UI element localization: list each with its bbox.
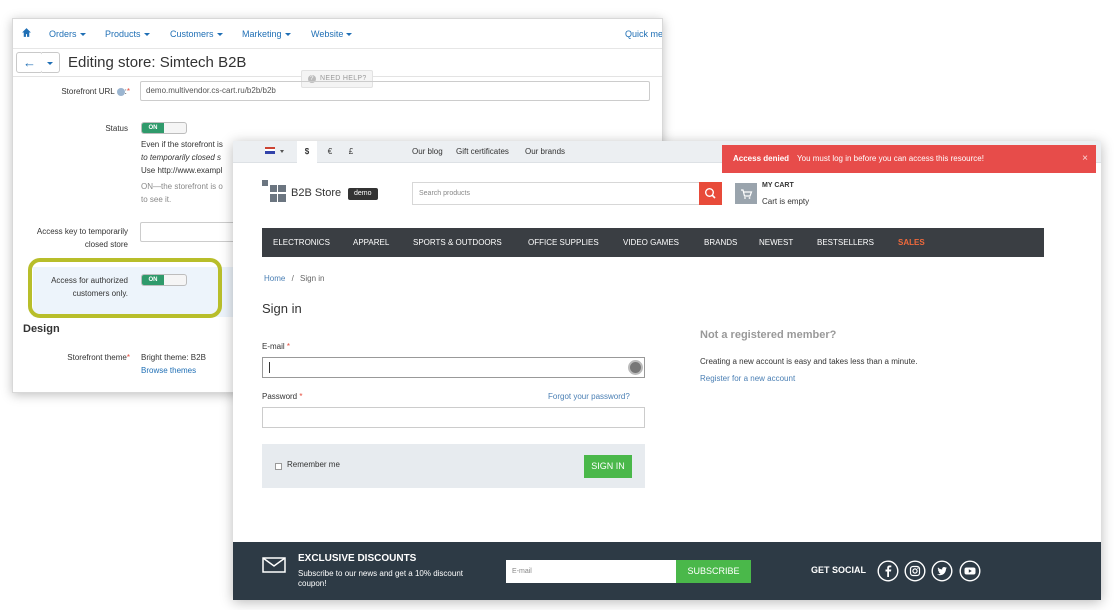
our-blog-link[interactable]: Our blog	[412, 147, 443, 156]
search-button[interactable]	[699, 182, 722, 205]
home-icon[interactable]	[21, 27, 32, 38]
arrow-left-icon: ←	[23, 55, 36, 70]
close-icon[interactable]: ×	[1082, 145, 1088, 173]
back-button[interactable]: ←	[16, 52, 43, 73]
status-description-line: Even if the storefront is	[141, 140, 223, 149]
remember-panel: Remember me SIGN IN	[262, 444, 645, 488]
instagram-icon[interactable]	[904, 560, 926, 582]
storefront-window: $ € £ Our blog Gift certificates Our bra…	[233, 141, 1101, 600]
not-registered-heading: Not a registered member?	[700, 329, 837, 341]
currency-gbp[interactable]: £	[341, 141, 361, 163]
our-brands-link[interactable]: Our brands	[525, 147, 565, 156]
password-label: Password *	[262, 392, 303, 401]
info-icon	[116, 87, 125, 96]
breadcrumb-home[interactable]: Home	[264, 274, 285, 283]
email-label: E-mail *	[262, 342, 291, 351]
subscribe-button[interactable]: SUBSCRIBE	[676, 560, 751, 583]
nav-newest[interactable]: NEWEST	[759, 228, 793, 257]
nav-brands[interactable]: BRANDS	[704, 228, 737, 257]
access-key-label-line: Access key to temporarily	[36, 227, 128, 236]
demo-badge: demo	[348, 188, 378, 200]
discount-title: EXCLUSIVE DISCOUNTS	[298, 553, 417, 564]
nav-marketing[interactable]: Marketing	[242, 29, 291, 39]
newsletter-email-input[interactable]: E-mail	[506, 560, 676, 583]
access-denied-alert: Access denied You must log in before you …	[722, 145, 1096, 173]
language-flag-icon[interactable]	[265, 147, 275, 154]
nav-office-supplies[interactable]: OFFICE SUPPLIES	[528, 228, 599, 257]
twitter-icon[interactable]	[931, 560, 953, 582]
status-toggle[interactable]: ON	[141, 122, 187, 134]
admin-top-nav: Orders Products Customers Marketing Webs…	[13, 19, 662, 49]
sign-in-button[interactable]: SIGN IN	[584, 455, 632, 478]
status-description-line: to see it.	[141, 195, 172, 204]
nav-bestsellers[interactable]: BESTSELLERS	[817, 228, 874, 257]
breadcrumb-current: Sign in	[300, 274, 325, 283]
nav-sports-outdoors[interactable]: SPORTS & OUTDOORS	[413, 228, 502, 257]
storefront-theme-value: Bright theme: B2B	[141, 353, 206, 362]
page-title: Editing store: Simtech B2B	[68, 54, 247, 71]
currency-usd[interactable]: $	[297, 141, 317, 163]
discount-text: Subscribe to our news and get a 10% disc…	[298, 569, 463, 588]
forgot-password-link[interactable]: Forgot your password?	[548, 392, 630, 401]
highlight-ring	[28, 258, 222, 318]
nav-products[interactable]: Products	[105, 29, 150, 39]
quick-menu-link[interactable]: Quick me	[625, 29, 662, 39]
back-dropdown-button[interactable]	[42, 52, 60, 73]
nav-apparel[interactable]: APPAREL	[353, 228, 389, 257]
get-social-label: GET SOCIAL	[811, 565, 867, 575]
password-manager-icon[interactable]	[628, 360, 643, 375]
youtube-icon[interactable]	[959, 560, 981, 582]
status-description-line: to temporarily closed s	[141, 153, 222, 162]
chevron-down-icon	[47, 62, 53, 65]
nav-customers[interactable]: Customers	[170, 29, 223, 39]
status-label: Status	[105, 124, 128, 133]
status-description-line: Use http://www.exampl	[141, 166, 223, 175]
gift-certificates-link[interactable]: Gift certificates	[456, 147, 509, 156]
nav-website[interactable]: Website	[311, 29, 353, 39]
browse-themes-link[interactable]: Browse themes	[141, 366, 196, 375]
status-description-line: ON—the storefront is o	[141, 182, 223, 191]
cart-icon	[741, 189, 753, 199]
main-nav: ELECTRONICS APPAREL SPORTS & OUTDOORS OF…	[262, 228, 1044, 257]
storefront-theme-label: Storefront theme*	[67, 353, 130, 362]
sign-in-heading: Sign in	[262, 301, 302, 316]
store-footer: EXCLUSIVE DISCOUNTS Subscribe to our new…	[233, 542, 1101, 600]
cart-status: Cart is empty	[762, 197, 810, 206]
search-icon	[704, 187, 716, 199]
password-field[interactable]	[262, 407, 645, 428]
register-link[interactable]: Register for a new account	[700, 374, 795, 383]
cart-button[interactable]	[735, 183, 757, 204]
breadcrumb-separator: /	[291, 274, 294, 283]
cart-title[interactable]: MY CART	[762, 182, 794, 189]
search-input[interactable]: Search products	[412, 182, 700, 205]
storefront-url-label: Storefront URL :*	[61, 87, 130, 96]
facebook-icon[interactable]	[877, 560, 899, 582]
email-field[interactable]	[262, 357, 645, 378]
storefront-url-input[interactable]: demo.multivendor.cs-cart.ru/b2b/b2b	[140, 81, 650, 101]
breadcrumb: Home / Sign in	[264, 274, 325, 283]
chevron-down-icon[interactable]	[280, 150, 284, 153]
access-key-label-line: closed store	[84, 240, 128, 249]
text-cursor	[269, 362, 270, 373]
logo-icon[interactable]	[262, 180, 286, 202]
remember-me-checkbox[interactable]	[275, 463, 282, 470]
mail-icon	[262, 557, 286, 573]
nav-orders[interactable]: Orders	[49, 29, 86, 39]
nav-sales[interactable]: SALES	[898, 228, 925, 257]
store-logo-text[interactable]: B2B Store	[291, 187, 341, 199]
not-registered-text: Creating a new account is easy and takes…	[700, 357, 918, 366]
nav-electronics[interactable]: ELECTRONICS	[273, 228, 330, 257]
design-heading: Design	[23, 323, 60, 335]
remember-me-label[interactable]: Remember me	[287, 460, 340, 469]
nav-video-games[interactable]: VIDEO GAMES	[623, 228, 679, 257]
currency-eur[interactable]: €	[320, 141, 340, 163]
